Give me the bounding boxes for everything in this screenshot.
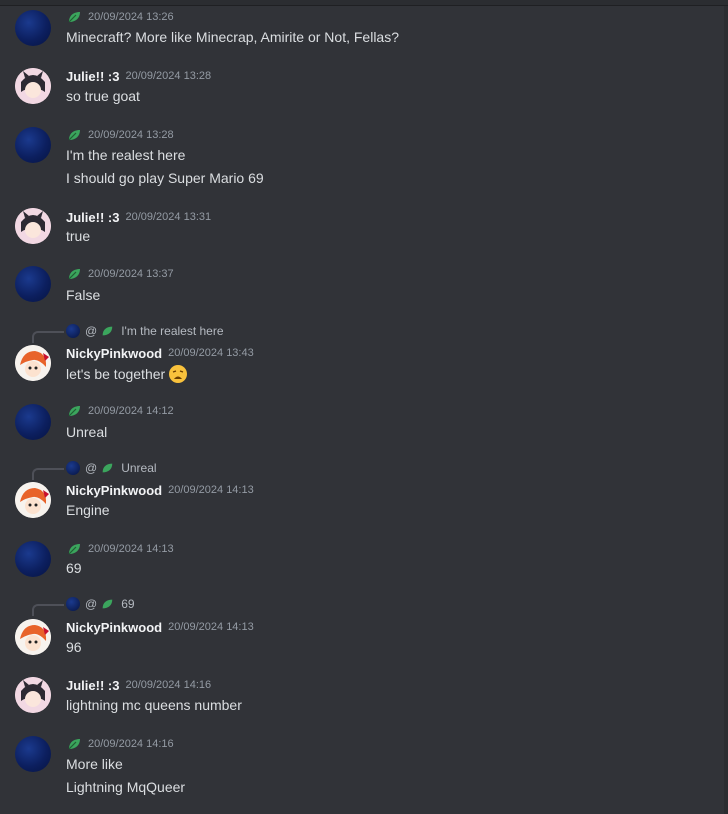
message-text: 69 (66, 560, 82, 576)
avatar[interactable] (15, 208, 51, 244)
message-header: 20/09/2024 13:26 (66, 8, 174, 26)
message-text: Minecraft? More like Minecrap, Amirite o… (66, 29, 399, 45)
reply-avatar (66, 461, 80, 475)
timestamp[interactable]: 20/09/2024 14:16 (125, 679, 211, 691)
weary-face-emoji[interactable] (168, 364, 188, 384)
message-text: Unreal (66, 424, 108, 440)
message-header: NickyPinkwood 20/09/2024 14:13 (66, 618, 254, 636)
reply-text: I'm the realest here (121, 324, 224, 338)
message-header: NickyPinkwood 20/09/2024 14:13 (66, 481, 254, 499)
message-header: Julie!! :3 20/09/2024 13:31 (66, 208, 211, 226)
leaf-icon[interactable] (66, 541, 82, 557)
scrollbar-track[interactable] (724, 6, 728, 814)
leaf-icon[interactable] (66, 266, 82, 282)
top-divider (0, 0, 728, 6)
message-text: False (66, 287, 101, 303)
reply-preview[interactable]: @ Unreal (66, 460, 157, 476)
reply-connector (32, 468, 64, 480)
timestamp[interactable]: 20/09/2024 14:16 (88, 738, 174, 750)
username[interactable]: Julie!! :3 (66, 678, 119, 693)
reply-avatar (66, 597, 80, 611)
message-header: NickyPinkwood 20/09/2024 13:43 (66, 344, 254, 362)
leaf-icon (102, 326, 113, 336)
leaf-icon[interactable] (66, 736, 82, 752)
leaf-icon (102, 463, 113, 473)
leaf-icon (102, 599, 113, 609)
avatar[interactable] (15, 266, 51, 302)
message-text: Engine (66, 502, 110, 518)
timestamp[interactable]: 20/09/2024 14:13 (168, 621, 254, 633)
message-header: 20/09/2024 13:28 (66, 126, 174, 144)
message-text: 96 (66, 639, 82, 655)
timestamp[interactable]: 20/09/2024 14:12 (88, 405, 174, 417)
avatar[interactable] (15, 619, 51, 655)
timestamp[interactable]: 20/09/2024 13:28 (125, 70, 211, 82)
avatar[interactable] (15, 345, 51, 381)
timestamp[interactable]: 20/09/2024 13:43 (168, 347, 254, 359)
message-text-row: let's be together (66, 364, 188, 384)
avatar[interactable] (15, 482, 51, 518)
message-header: Julie!! :3 20/09/2024 14:16 (66, 676, 211, 694)
reply-text: Unreal (121, 461, 157, 475)
avatar[interactable] (15, 68, 51, 104)
username[interactable]: NickyPinkwood (66, 483, 162, 498)
timestamp[interactable]: 20/09/2024 13:31 (125, 211, 211, 223)
message-header: 20/09/2024 14:16 (66, 735, 174, 753)
reply-mention: @ (85, 461, 98, 475)
timestamp[interactable]: 20/09/2024 14:13 (168, 484, 254, 496)
timestamp[interactable]: 20/09/2024 14:13 (88, 543, 174, 555)
reply-connector (32, 604, 64, 616)
message-text: More like (66, 756, 123, 772)
leaf-icon[interactable] (66, 127, 82, 143)
message-header: 20/09/2024 13:37 (66, 265, 174, 283)
message-header: Julie!! :3 20/09/2024 13:28 (66, 67, 211, 85)
reply-mention: @ (85, 597, 98, 611)
message-text: I should go play Super Mario 69 (66, 170, 264, 186)
avatar[interactable] (15, 677, 51, 713)
message-header: 20/09/2024 14:13 (66, 540, 174, 558)
reply-preview[interactable]: @ I'm the realest here (66, 323, 224, 339)
avatar[interactable] (15, 736, 51, 772)
message-text: I'm the realest here (66, 147, 186, 163)
timestamp[interactable]: 20/09/2024 13:26 (88, 11, 174, 23)
timestamp[interactable]: 20/09/2024 13:28 (88, 129, 174, 141)
message-text: Lightning MqQueer (66, 779, 186, 795)
message-header: 20/09/2024 14:12 (66, 402, 174, 420)
username[interactable]: NickyPinkwood (66, 346, 162, 361)
leaf-icon[interactable] (66, 403, 82, 419)
reply-text: 69 (121, 597, 135, 611)
timestamp[interactable]: 20/09/2024 13:37 (88, 268, 174, 280)
reply-avatar (66, 324, 80, 338)
username[interactable]: Julie!! :3 (66, 69, 119, 84)
username[interactable]: NickyPinkwood (66, 620, 162, 635)
reply-mention: @ (85, 324, 98, 338)
avatar[interactable] (15, 541, 51, 577)
message-text: true (66, 228, 91, 244)
message-text: let's be together (66, 366, 166, 382)
message-text: so true goat (66, 88, 140, 104)
reply-preview[interactable]: @ 69 (66, 596, 135, 612)
avatar[interactable] (15, 10, 51, 46)
reply-connector (32, 331, 64, 343)
message-text: lightning mc queens number (66, 697, 242, 713)
avatar[interactable] (15, 404, 51, 440)
leaf-icon[interactable] (66, 9, 82, 25)
username[interactable]: Julie!! :3 (66, 210, 119, 225)
avatar[interactable] (15, 127, 51, 163)
